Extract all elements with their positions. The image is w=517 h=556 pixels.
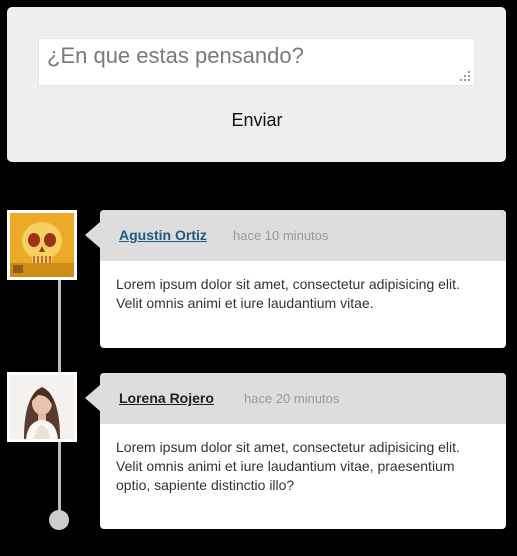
- post-text: Lorem ipsum dolor sit amet, consectetur …: [116, 439, 460, 493]
- timeline-end-dot: [49, 510, 69, 530]
- post-text: Lorem ipsum dolor sit amet, consectetur …: [116, 276, 460, 311]
- resize-grip-icon[interactable]: [460, 71, 470, 81]
- post-timestamp: hace 10 minutos: [233, 228, 329, 243]
- post-author-link[interactable]: Agustin Ortiz: [119, 227, 207, 243]
- post-header: Agustin Ortiz hace 10 minutos: [85, 210, 506, 261]
- post-header: Lorena Rojero hace 20 minutos: [85, 373, 506, 424]
- send-button[interactable]: Enviar: [207, 107, 307, 133]
- post-timestamp: hace 20 minutos: [244, 391, 340, 406]
- status-placeholder: ¿En que estas pensando?: [47, 43, 304, 68]
- status-textarea[interactable]: ¿En que estas pensando?: [38, 38, 475, 86]
- avatar-lorena[interactable]: [7, 372, 77, 442]
- portrait-avatar-image: [10, 375, 74, 439]
- post-composer: ¿En que estas pensando? Enviar: [7, 7, 506, 162]
- post-card: Agustin Ortiz hace 10 minutos Lorem ipsu…: [85, 210, 506, 348]
- avatar-agustin[interactable]: [7, 210, 77, 280]
- skull-avatar-image: [10, 213, 74, 277]
- post-card: Lorena Rojero hace 20 minutos Lorem ipsu…: [85, 373, 506, 529]
- post-author-link[interactable]: Lorena Rojero: [119, 390, 214, 406]
